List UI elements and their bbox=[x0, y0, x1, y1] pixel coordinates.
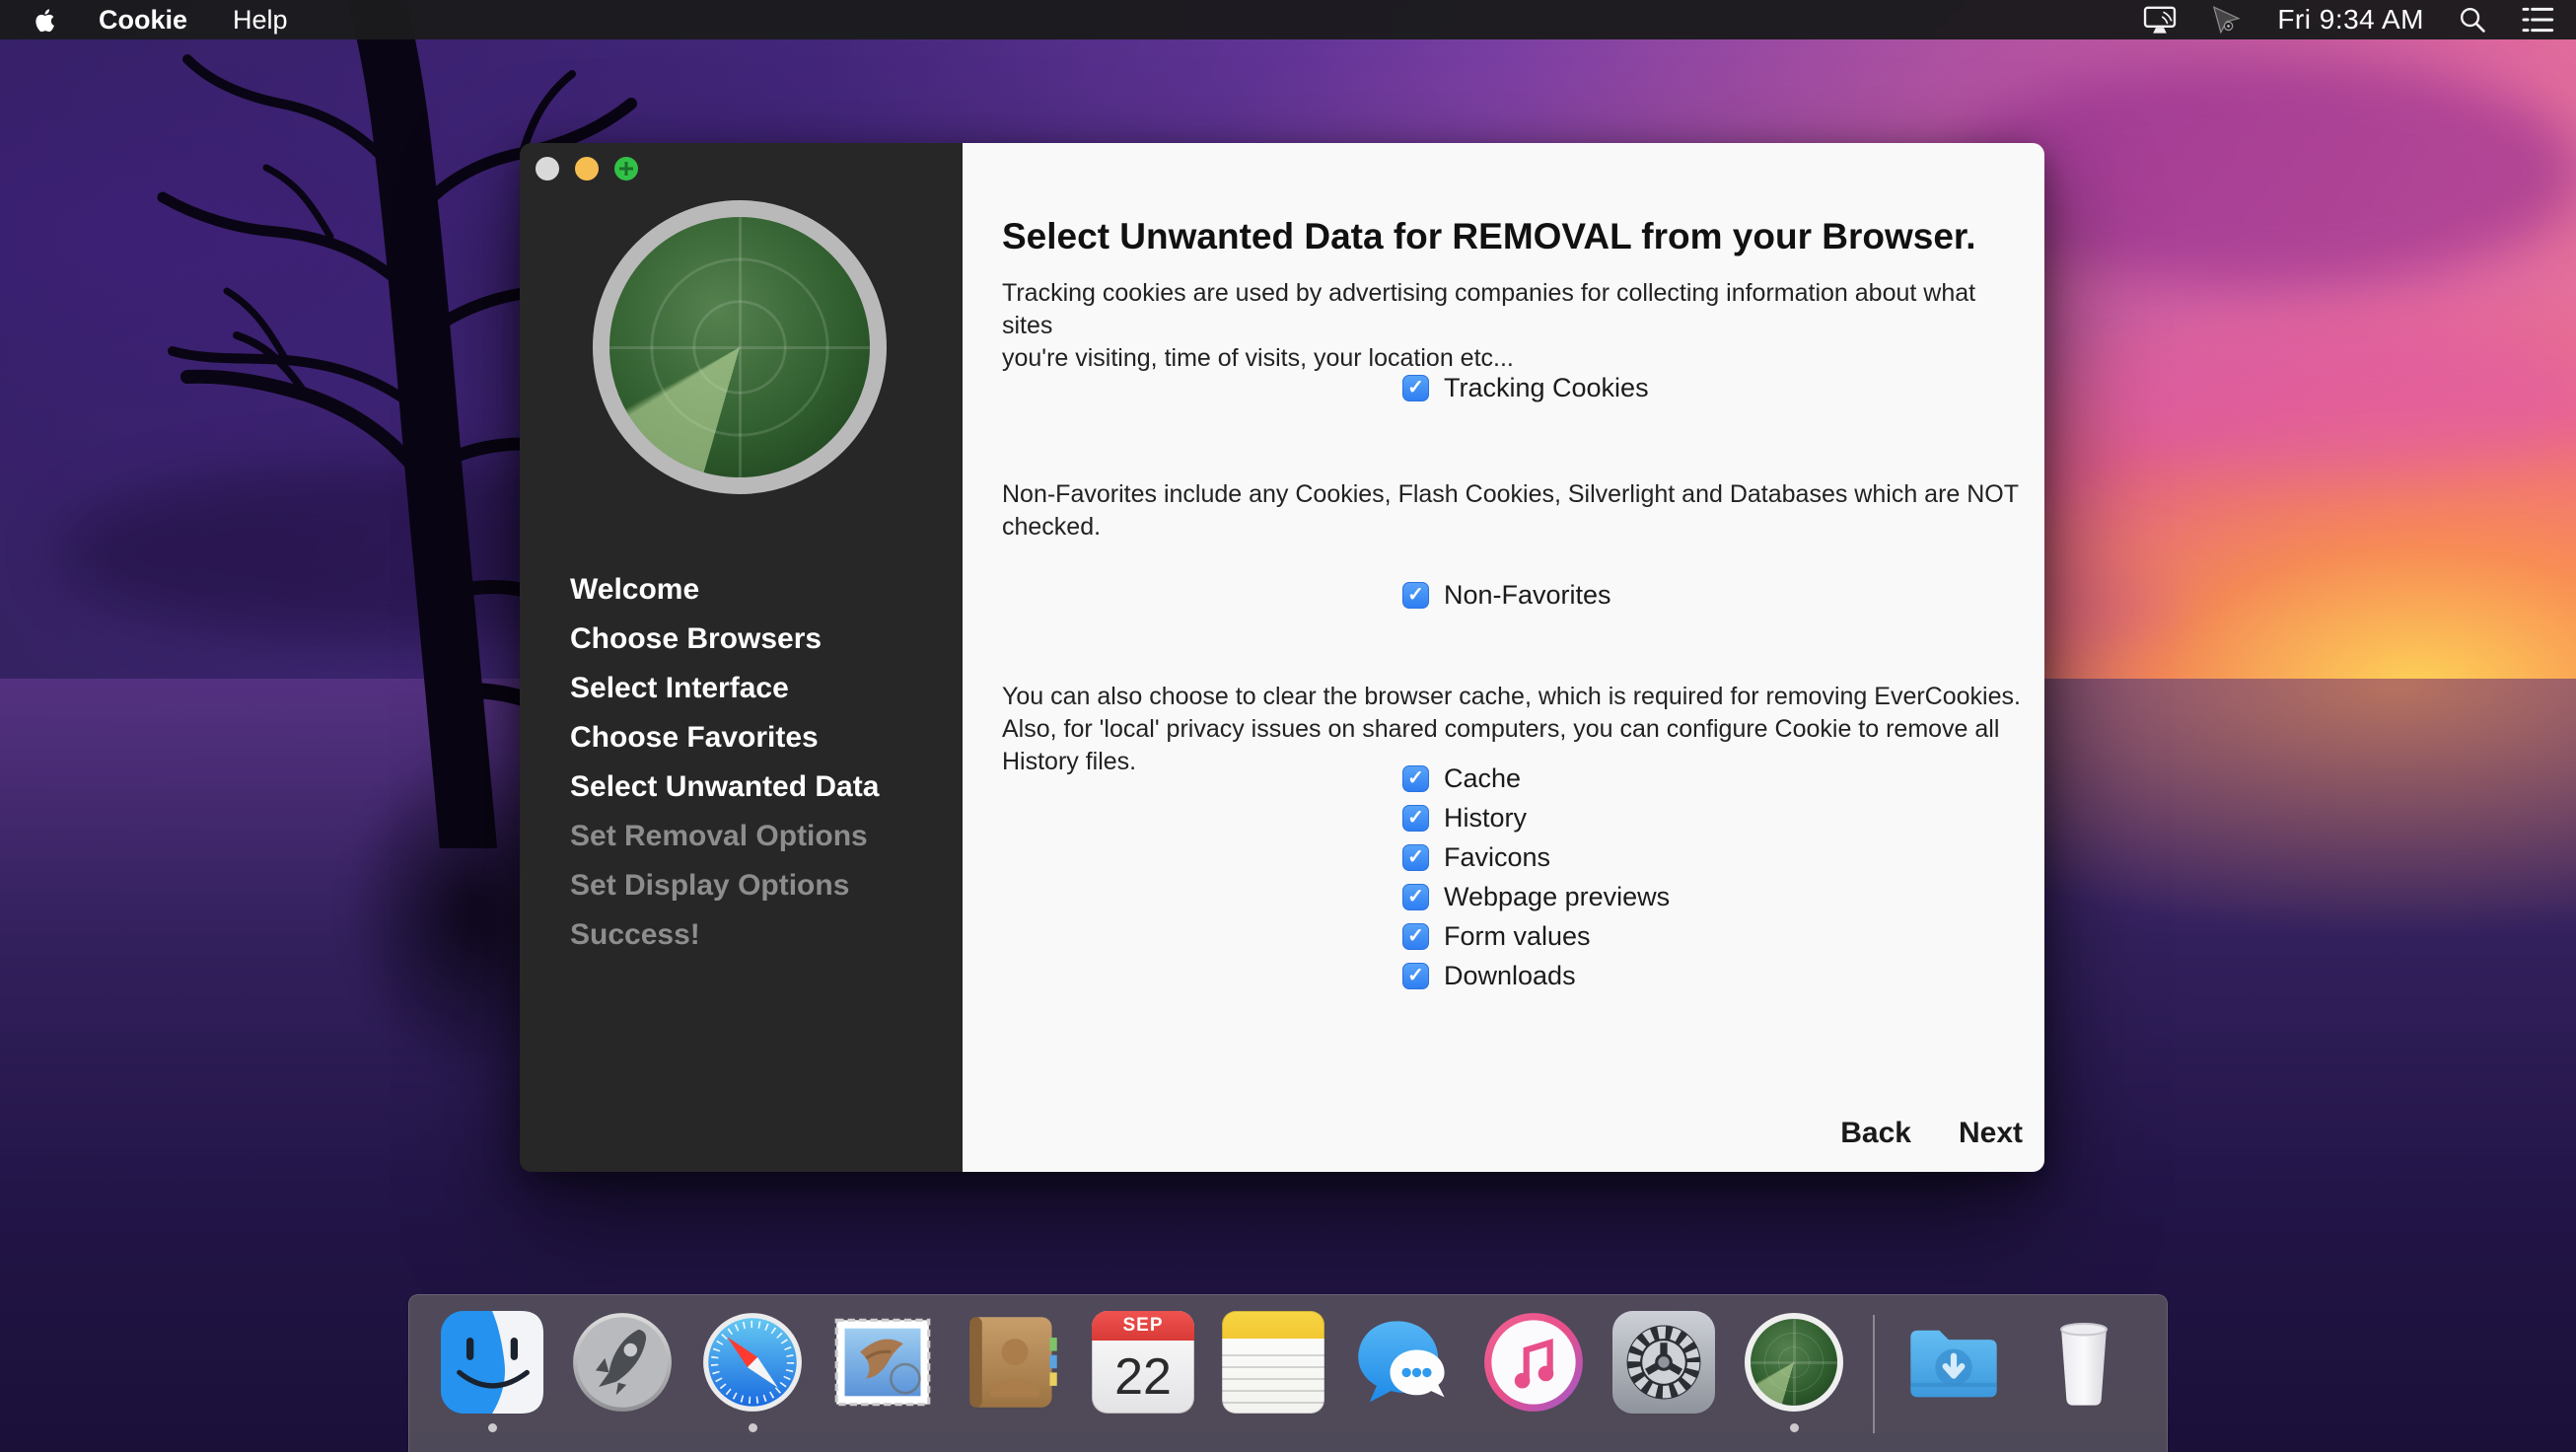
dock-item-finder[interactable] bbox=[441, 1311, 543, 1432]
wizard-sidebar: Welcome Choose Browsers Select Interface… bbox=[520, 143, 963, 1172]
zoom-button[interactable] bbox=[614, 157, 638, 181]
webpage-previews-checkbox[interactable] bbox=[1402, 884, 1429, 910]
dock-item-calendar[interactable]: SEP 22 bbox=[1092, 1311, 1194, 1432]
safari-compass-icon bbox=[701, 1311, 804, 1414]
menu-help[interactable]: Help bbox=[233, 5, 288, 36]
cache-label: Cache bbox=[1444, 763, 1521, 794]
form-values-row: Form values bbox=[1402, 916, 1670, 956]
dock-item-mail[interactable] bbox=[831, 1311, 934, 1432]
messages-bubble-icon bbox=[1352, 1311, 1455, 1414]
trash-icon bbox=[2033, 1311, 2135, 1414]
launchpad-rocket-icon bbox=[571, 1311, 674, 1414]
calendar-day: 22 bbox=[1092, 1341, 1194, 1414]
itunes-music-icon bbox=[1482, 1311, 1585, 1414]
minimize-button[interactable] bbox=[575, 157, 599, 181]
dock-item-messages[interactable] bbox=[1352, 1311, 1455, 1432]
cloud-shape bbox=[1953, 59, 2576, 286]
dock-item-system-preferences[interactable] bbox=[1612, 1311, 1715, 1432]
page-title: Select Unwanted Data for REMOVAL from yo… bbox=[1002, 216, 1976, 257]
gear-icon bbox=[1612, 1311, 1715, 1414]
finder-icon bbox=[441, 1311, 543, 1414]
running-indicator bbox=[488, 1423, 497, 1432]
favicons-label: Favicons bbox=[1444, 842, 1550, 873]
cloud-shape bbox=[2091, 326, 2576, 473]
non-favorites-label: Non-Favorites bbox=[1444, 580, 1611, 611]
running-indicator bbox=[1790, 1423, 1799, 1432]
dock-item-launchpad[interactable] bbox=[571, 1311, 674, 1432]
dock: SEP 22 bbox=[408, 1294, 2168, 1452]
apple-menu-icon[interactable] bbox=[30, 5, 59, 35]
step-welcome[interactable]: Welcome bbox=[570, 565, 947, 615]
wizard-footer: Back Next bbox=[1840, 1117, 2023, 1150]
tracking-cookies-checkbox[interactable] bbox=[1402, 375, 1429, 401]
dock-item-safari[interactable] bbox=[701, 1311, 804, 1432]
history-label: History bbox=[1444, 803, 1527, 834]
step-success: Success! bbox=[570, 910, 947, 960]
webpage-previews-row: Webpage previews bbox=[1402, 877, 1670, 916]
intro-text: Tracking cookies are used by advertising… bbox=[1002, 277, 2027, 375]
step-set-removal-options: Set Removal Options bbox=[570, 812, 947, 861]
display-mirroring-icon[interactable] bbox=[2143, 5, 2177, 35]
step-select-unwanted-data[interactable]: Select Unwanted Data bbox=[570, 762, 947, 812]
cache-checkbox[interactable] bbox=[1402, 765, 1429, 792]
menu-clock[interactable]: Fri 9:34 AM bbox=[2277, 4, 2424, 36]
dock-item-contacts[interactable] bbox=[962, 1311, 1064, 1432]
downloads-label: Downloads bbox=[1444, 961, 1576, 991]
dock-item-cookie[interactable] bbox=[1743, 1311, 1845, 1432]
non-favorites-text: Non-Favorites include any Cookies, Flash… bbox=[1002, 478, 2027, 544]
webpage-previews-label: Webpage previews bbox=[1444, 882, 1670, 912]
radar-icon bbox=[593, 200, 887, 494]
dock-item-itunes[interactable] bbox=[1482, 1311, 1585, 1432]
calendar-icon: SEP 22 bbox=[1092, 1311, 1194, 1414]
notification-center-icon[interactable] bbox=[2521, 6, 2554, 34]
dock-divider bbox=[1873, 1315, 1875, 1433]
data-checkbox-list: Cache History Favicons Webpage previews … bbox=[1402, 759, 1670, 995]
downloads-folder-icon bbox=[1902, 1311, 2005, 1414]
non-favorites-row: Non-Favorites bbox=[1402, 581, 1611, 609]
close-button[interactable] bbox=[536, 157, 559, 181]
traffic-lights bbox=[536, 157, 638, 181]
cookie-radar-icon bbox=[1745, 1313, 1843, 1412]
downloads-row: Downloads bbox=[1402, 956, 1670, 995]
form-values-checkbox[interactable] bbox=[1402, 923, 1429, 950]
next-button[interactable]: Next bbox=[1959, 1117, 2023, 1150]
desktop: Cookie Help Fri 9:34 AM bbox=[0, 0, 2576, 1452]
tracking-cookies-row: Tracking Cookies bbox=[1402, 374, 1649, 401]
dock-item-notes[interactable] bbox=[1222, 1311, 1324, 1432]
notes-icon bbox=[1222, 1311, 1324, 1414]
history-checkbox[interactable] bbox=[1402, 805, 1429, 832]
back-button[interactable]: Back bbox=[1840, 1117, 1911, 1150]
contacts-book-icon bbox=[962, 1311, 1064, 1414]
mail-stamp-icon bbox=[831, 1311, 934, 1414]
running-indicator bbox=[749, 1423, 757, 1432]
favicons-row: Favicons bbox=[1402, 837, 1670, 877]
form-values-label: Form values bbox=[1444, 921, 1591, 952]
favicons-checkbox[interactable] bbox=[1402, 844, 1429, 871]
non-favorites-checkbox[interactable] bbox=[1402, 582, 1429, 609]
cookie-wizard-window: Welcome Choose Browsers Select Interface… bbox=[520, 143, 2044, 1172]
step-set-display-options: Set Display Options bbox=[570, 861, 947, 910]
screen-pointer-icon[interactable] bbox=[2210, 4, 2242, 36]
menu-app-name[interactable]: Cookie bbox=[99, 5, 187, 36]
menu-bar: Cookie Help Fri 9:34 AM bbox=[0, 0, 2576, 39]
wizard-content: Select Unwanted Data for REMOVAL from yo… bbox=[963, 143, 2044, 1172]
downloads-checkbox[interactable] bbox=[1402, 963, 1429, 989]
history-row: History bbox=[1402, 798, 1670, 837]
step-select-interface[interactable]: Select Interface bbox=[570, 664, 947, 713]
calendar-month: SEP bbox=[1092, 1311, 1194, 1341]
cache-row: Cache bbox=[1402, 759, 1670, 798]
dock-item-downloads[interactable] bbox=[1902, 1311, 2005, 1432]
spotlight-search-icon[interactable] bbox=[2458, 5, 2487, 35]
step-choose-browsers[interactable]: Choose Browsers bbox=[570, 615, 947, 664]
wizard-steps-nav: Welcome Choose Browsers Select Interface… bbox=[570, 565, 947, 960]
dock-item-trash[interactable] bbox=[2033, 1311, 2135, 1432]
step-choose-favorites[interactable]: Choose Favorites bbox=[570, 713, 947, 762]
tracking-cookies-label: Tracking Cookies bbox=[1444, 373, 1649, 403]
